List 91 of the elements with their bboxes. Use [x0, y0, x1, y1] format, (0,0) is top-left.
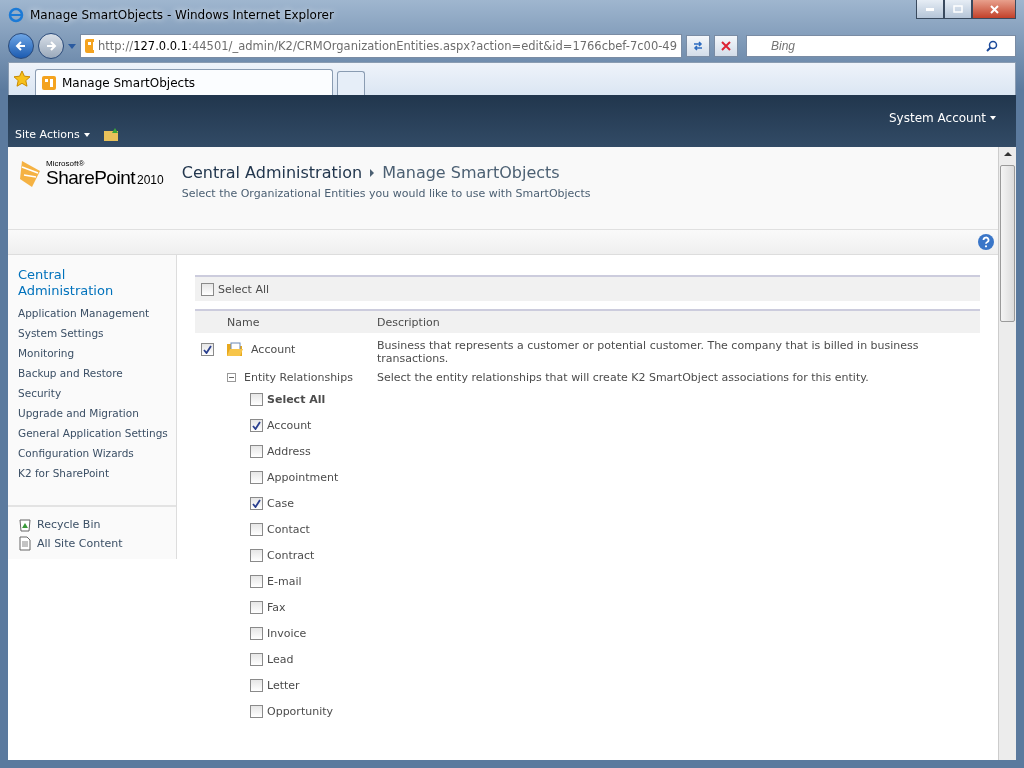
checkbox-label: Select All [218, 282, 270, 296]
recycle-bin-icon [18, 517, 32, 532]
column-header: Name [227, 315, 261, 329]
close-icon [721, 41, 731, 51]
document-icon [18, 536, 32, 551]
site-actions-menu[interactable]: Site Actions [15, 128, 90, 141]
breadcrumb-link[interactable]: Manage SmartObjects [382, 163, 560, 182]
folder-icon [227, 342, 243, 356]
checkbox-label: Appointment [267, 471, 339, 484]
arrow-icon [370, 168, 375, 177]
minimize-icon [926, 7, 934, 11]
checkbox[interactable] [250, 679, 263, 692]
checkbox-label: Fax [267, 601, 286, 614]
checkbox-label: Account [267, 419, 312, 432]
checkbox-label: Letter [267, 679, 300, 692]
entity-name: Account [251, 342, 296, 356]
checkbox[interactable] [250, 523, 263, 536]
checkbox[interactable] [250, 627, 263, 640]
sidebar-item[interactable]: K2 for SharePoint [8, 463, 176, 483]
close-icon [989, 4, 999, 14]
caret-icon [83, 132, 90, 137]
logo-text: SharePoint [46, 167, 135, 188]
checkbox[interactable] [250, 497, 263, 510]
close-button[interactable] [972, 0, 1016, 19]
checkbox-label: Invoice [267, 627, 307, 640]
sidebar-item[interactable]: Monitoring [8, 343, 176, 363]
checkbox-label: Contract [267, 549, 315, 562]
checkbox[interactable] [250, 705, 263, 718]
collapse-icon[interactable] [227, 373, 236, 382]
checkbox[interactable] [250, 471, 263, 484]
sidebar-link[interactable]: Recycle Bin [8, 515, 176, 534]
checkbox[interactable] [201, 343, 214, 356]
checkbox[interactable] [250, 419, 263, 432]
scrollbar-thumb[interactable] [1000, 165, 1015, 322]
back-button[interactable] [8, 33, 34, 59]
checkbox-label: Lead [267, 653, 294, 666]
sidebar-item[interactable]: System Settings [8, 323, 176, 343]
forward-button[interactable] [38, 33, 64, 59]
refresh-button[interactable] [686, 35, 710, 57]
search-field[interactable]: Bing [746, 35, 1016, 57]
checkbox[interactable] [250, 393, 263, 406]
sidebar-item[interactable]: Configuration Wizards [8, 443, 176, 463]
refresh-icon [692, 40, 704, 52]
window-title: Manage SmartObjects - Windows Internet Explorer [30, 8, 334, 22]
checkbox-label: Case [267, 497, 294, 510]
checkbox[interactable] [201, 282, 214, 296]
sidebar-item[interactable]: General Application Settings [8, 423, 176, 443]
sidebar-item[interactable]: Application Management [8, 303, 176, 323]
page-description: Select the Organizational Entities you would like to use with SmartObjects [181, 187, 591, 200]
sidebar-item[interactable]: Security [8, 383, 176, 403]
caret-icon [990, 116, 996, 120]
stop-button[interactable] [714, 35, 738, 57]
checkbox-label: Select All [267, 393, 326, 406]
sidebar-item[interactable]: Backup and Restore [8, 363, 176, 383]
scrollbar[interactable] [998, 147, 1016, 760]
checkbox[interactable] [250, 549, 263, 562]
checkbox-label: E-mail [267, 575, 302, 588]
checkbox-label: Address [267, 445, 311, 458]
checkbox[interactable] [250, 653, 263, 666]
minimize-button[interactable] [916, 0, 944, 19]
search-icon[interactable] [986, 40, 998, 52]
maximize-button[interactable] [944, 0, 972, 19]
breadcrumb-link[interactable]: Central Administration [181, 163, 363, 182]
sidebar-link[interactable]: All Site Content [8, 534, 176, 553]
star-icon[interactable] [13, 70, 31, 88]
checkbox-label: Opportunity [267, 705, 333, 718]
logo-text: Microsoft® [46, 159, 85, 168]
maximize-icon [953, 5, 963, 13]
folder-icon[interactable] [103, 127, 120, 141]
logo-text: 2010 [137, 173, 164, 187]
checkbox[interactable] [250, 601, 263, 614]
sidebar-heading[interactable]: Central Administration [8, 255, 138, 303]
address-field[interactable]: http://127.0.0.1:44501/_admin/K2/CRMOrganizationEntities.aspx?action=edit&id=1766cbef-7c00-49 [80, 34, 682, 58]
page-icon [85, 39, 94, 53]
new-tab-button[interactable] [337, 71, 365, 95]
checkbox-label: Contact [267, 523, 310, 536]
checkbox[interactable] [250, 575, 263, 588]
sidebar-item[interactable]: Upgrade and Migration [8, 403, 176, 423]
arrow-left-icon [15, 40, 27, 52]
browser-icon [8, 7, 24, 23]
arrow-right-icon [45, 40, 57, 52]
browser-tab[interactable]: Manage SmartObjects [35, 69, 333, 95]
account-menu[interactable]: System Account [889, 111, 996, 125]
help-icon[interactable] [978, 234, 994, 250]
caret-icon[interactable] [68, 43, 76, 49]
relationships-label: Entity Relationships [244, 371, 353, 384]
relationships-description: Select the entity relationships that will create K2 SmartObject associations for this entity. [377, 371, 870, 384]
checkbox[interactable] [250, 445, 263, 458]
column-header: Description [377, 315, 441, 329]
entity-description: Business that represents a customer or potential customer. The company that is billed in business transactions. [377, 339, 920, 365]
page-icon [42, 75, 56, 90]
